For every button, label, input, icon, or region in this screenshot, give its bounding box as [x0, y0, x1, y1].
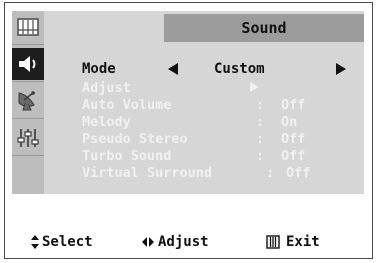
help-bar: Select Adjust Exit	[12, 232, 368, 252]
mode-value[interactable]: Custom	[214, 61, 265, 77]
speaker-icon	[19, 56, 36, 72]
menu-item-adjust[interactable]: Adjust	[82, 80, 131, 96]
arrow-right-icon[interactable]	[336, 63, 346, 75]
submenu-arrow-icon	[250, 82, 259, 92]
sidebar-item-channel[interactable]	[12, 85, 44, 117]
help-exit: Exit	[266, 232, 320, 252]
separator: :	[256, 131, 265, 147]
separator: :	[256, 97, 265, 113]
equalizer-settings-icon	[17, 129, 39, 147]
help-select-label: Select	[42, 234, 93, 250]
virtual-surround-value: Off	[286, 165, 311, 181]
sidebar-item-picture[interactable]	[12, 11, 44, 43]
pseudo-stereo-value: Off	[281, 131, 306, 147]
menu-item-virtual-surround[interactable]: Virtual Surround	[82, 165, 212, 181]
sidebar	[12, 11, 44, 194]
menu-item-auto-volume[interactable]: Auto Volume	[82, 97, 171, 113]
help-adjust-label: Adjust	[158, 234, 209, 250]
menu-item-melody[interactable]: Melody	[82, 114, 131, 130]
satellite-dish-icon	[18, 91, 35, 111]
sidebar-item-setup[interactable]	[12, 122, 44, 154]
menu-button-icon	[266, 235, 280, 249]
separator: :	[266, 165, 275, 181]
page-title: Sound	[241, 19, 287, 37]
picture-icon	[17, 18, 39, 36]
help-select: Select	[30, 232, 93, 252]
separator: :	[256, 114, 265, 130]
menu-item-turbo-sound[interactable]: Turbo Sound	[82, 148, 171, 164]
separator: :	[256, 148, 265, 164]
up-down-arrows-icon	[31, 235, 39, 249]
auto-volume-value: Off	[281, 97, 306, 113]
melody-value: On	[281, 114, 298, 130]
turbo-sound-value: Off	[281, 148, 306, 164]
sidebar-item-sound[interactable]	[12, 48, 44, 80]
menu-item-pseudo-stereo[interactable]: Pseudo Stereo	[82, 131, 188, 147]
help-exit-label: Exit	[286, 234, 320, 250]
help-adjust: Adjust	[141, 232, 209, 252]
left-right-arrows-icon	[142, 237, 154, 247]
arrow-left-icon[interactable]	[168, 63, 178, 75]
mode-label: Mode	[82, 61, 116, 77]
